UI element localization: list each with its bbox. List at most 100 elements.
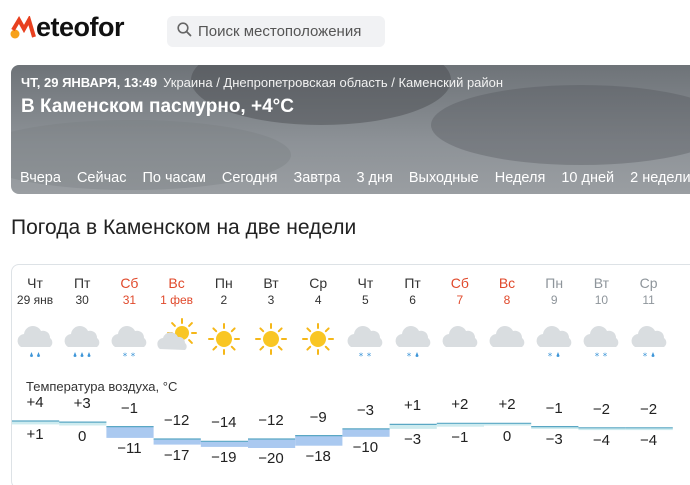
day-name: Пт xyxy=(73,275,91,291)
temp-max: −9 xyxy=(309,408,327,426)
forecast-tabs: Вчера Сейчас По часам Сегодня Завтра 3 дня Вых… xyxy=(11,167,690,194)
tab-8[interactable]: 10 дней xyxy=(552,167,621,194)
temp-min: −17 xyxy=(163,446,190,464)
day-name: Пн xyxy=(214,275,233,291)
tab-0[interactable]: Вчера xyxy=(11,167,68,194)
temp-bar xyxy=(200,441,248,447)
temp-max: −3 xyxy=(356,401,374,419)
temp-min: +1 xyxy=(26,426,44,444)
svg-text:*: * xyxy=(406,352,411,362)
cloudy-heavy-rain-icon xyxy=(59,317,105,367)
current-conditions-title: В Каменском пасмурно, +4°C xyxy=(21,96,294,117)
search-icon xyxy=(177,21,192,42)
day-column[interactable]: Сб 31 xyxy=(106,275,152,308)
sun-icon xyxy=(295,317,341,367)
day-column[interactable]: Пт 6 xyxy=(390,275,436,308)
temp-max: +1 xyxy=(404,397,422,415)
svg-text:*: * xyxy=(603,352,608,362)
temp-max: +2 xyxy=(498,396,516,414)
day-column[interactable]: Пн 2 xyxy=(201,275,247,308)
day-column[interactable]: Чт 29 янв xyxy=(12,275,58,308)
day-name: Вт xyxy=(263,275,279,291)
cloudy-snow-icon: * * xyxy=(578,317,624,367)
tab-2[interactable]: По часам xyxy=(133,167,212,194)
temp-min: −11 xyxy=(117,439,142,457)
site-header: eteofor Поиск местоположения xyxy=(0,0,690,60)
temp-min: −19 xyxy=(211,448,237,466)
temp-bar xyxy=(342,428,390,437)
breadcrumb-location[interactable]: Украина / Днепропетровская область / Кам… xyxy=(163,75,503,90)
tab-5[interactable]: 3 дня xyxy=(347,167,399,194)
day-name: Вт xyxy=(593,275,610,291)
tab-9[interactable]: 2 недели xyxy=(621,167,690,194)
temp-min: 0 xyxy=(78,427,87,445)
temp-min: −4 xyxy=(640,432,658,449)
temp-max: −2 xyxy=(640,400,658,418)
cloudy-snow-icon: * * xyxy=(342,317,388,367)
logo-text: eteofor xyxy=(36,12,125,42)
day-column[interactable]: Пн 9 xyxy=(531,275,577,308)
day-name: Вс xyxy=(498,275,516,291)
temp-max: −12 xyxy=(163,412,190,429)
temp-max: −12 xyxy=(258,412,284,429)
logo[interactable]: eteofor xyxy=(10,12,125,42)
tab-6[interactable]: Выходные xyxy=(400,167,486,194)
partly-cloudy-icon xyxy=(154,317,200,367)
temp-min: −3 xyxy=(404,430,422,448)
temp-min: 0 xyxy=(502,427,512,445)
two-week-forecast-card: Температура воздуха, °C Чт 29 янв +4 +1 Пт … xyxy=(11,264,690,485)
cloudy-icon xyxy=(484,317,530,367)
temperature-label: Температура воздуха, °C xyxy=(26,379,178,394)
day-column[interactable]: Вс 1 фев xyxy=(154,275,200,308)
day-name: Сб xyxy=(120,275,139,291)
temp-max: +2 xyxy=(451,396,469,414)
cloudy-icon xyxy=(437,317,483,367)
day-column[interactable]: Чт 5 xyxy=(342,275,388,308)
svg-text:*: * xyxy=(595,352,600,362)
day-column[interactable]: Вс 8 xyxy=(484,275,530,308)
temp-max: +4 xyxy=(26,394,44,411)
day-date: 10 xyxy=(594,293,609,307)
temp-max: −1 xyxy=(545,399,563,417)
day-date: 1 фев xyxy=(160,293,194,307)
day-date: 4 xyxy=(314,293,322,307)
temp-bar xyxy=(248,439,296,448)
temp-min: −18 xyxy=(305,447,331,465)
day-name: Пн xyxy=(545,275,564,291)
day-date: 2 xyxy=(220,293,228,307)
temp-bar xyxy=(106,426,154,438)
day-column[interactable]: Пт 30 xyxy=(59,275,105,308)
day-date: 9 xyxy=(550,293,558,307)
day-column[interactable]: Ср 4 xyxy=(295,275,341,308)
day-name: Пт xyxy=(404,275,421,291)
temp-min: −20 xyxy=(258,450,284,467)
temp-bar xyxy=(295,435,343,446)
svg-text:*: * xyxy=(642,352,647,362)
temp-min: −3 xyxy=(545,430,563,448)
day-date: 7 xyxy=(456,293,464,307)
day-column[interactable]: Сб 7 xyxy=(437,275,483,308)
temp-max: −14 xyxy=(211,414,237,432)
svg-text:*: * xyxy=(131,352,136,362)
day-date: 5 xyxy=(362,293,369,307)
day-date: 11 xyxy=(642,293,655,307)
day-name: Вс xyxy=(168,275,185,291)
tab-4[interactable]: Завтра xyxy=(284,167,347,194)
tab-3[interactable]: Сегодня xyxy=(213,167,285,194)
day-column[interactable]: Вт 10 xyxy=(578,275,624,308)
day-date: 29 янв xyxy=(16,293,54,307)
day-column[interactable]: Ср 11 xyxy=(626,275,672,308)
svg-text:*: * xyxy=(123,352,128,362)
search-input[interactable]: Поиск местоположения xyxy=(167,16,385,47)
cloudy-rain-icon xyxy=(12,317,58,367)
svg-text:*: * xyxy=(548,352,553,362)
day-column[interactable]: Вт 3 xyxy=(248,275,294,308)
temp-max: +3 xyxy=(73,395,91,413)
day-name: Чт xyxy=(357,275,374,291)
tab-1[interactable]: Сейчас xyxy=(68,167,134,194)
day-date: 8 xyxy=(503,293,511,307)
temp-min: −4 xyxy=(592,432,610,449)
svg-text:*: * xyxy=(359,352,364,362)
tab-7[interactable]: Неделя xyxy=(486,167,553,194)
day-date: 6 xyxy=(409,293,416,307)
